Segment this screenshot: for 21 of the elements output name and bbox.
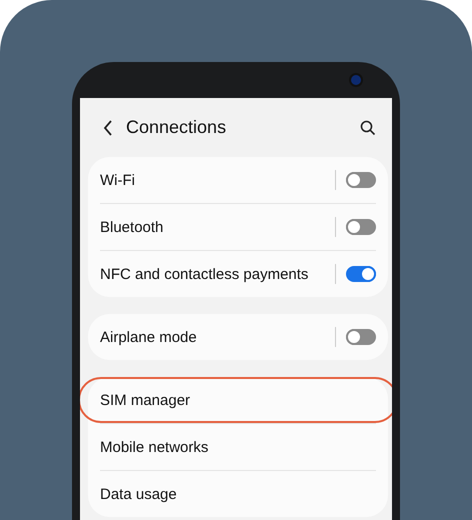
settings-row[interactable]: Airplane mode — [100, 314, 376, 360]
search-icon[interactable] — [360, 120, 376, 136]
setting-label: Wi-Fi — [100, 172, 136, 188]
setting-label: Data usage — [100, 486, 178, 502]
setting-label: Mobile networks — [100, 438, 210, 456]
toggle-switch[interactable] — [346, 172, 376, 188]
setting-label: Airplane mode — [100, 328, 198, 346]
camera-icon — [349, 73, 363, 87]
settings-row[interactable]: Wi-Fi — [100, 157, 376, 203]
screen-title: Connections — [126, 117, 228, 138]
back-icon[interactable] — [102, 118, 114, 136]
setting-label: SIM manager — [100, 392, 192, 408]
settings-row[interactable]: Data usage — [100, 471, 376, 517]
setting-label: NFC and contactless payments — [100, 266, 310, 282]
toggle-switch[interactable] — [346, 219, 376, 235]
toggle-switch[interactable] — [346, 266, 376, 282]
toggle-switch[interactable] — [346, 329, 376, 345]
setting-label: Bluetooth — [100, 218, 164, 236]
settings-row[interactable]: Mobile networks — [100, 424, 376, 470]
settings-row[interactable]: Bluetooth — [100, 204, 376, 250]
settings-row[interactable]: NFC and contactless payments — [100, 251, 376, 297]
